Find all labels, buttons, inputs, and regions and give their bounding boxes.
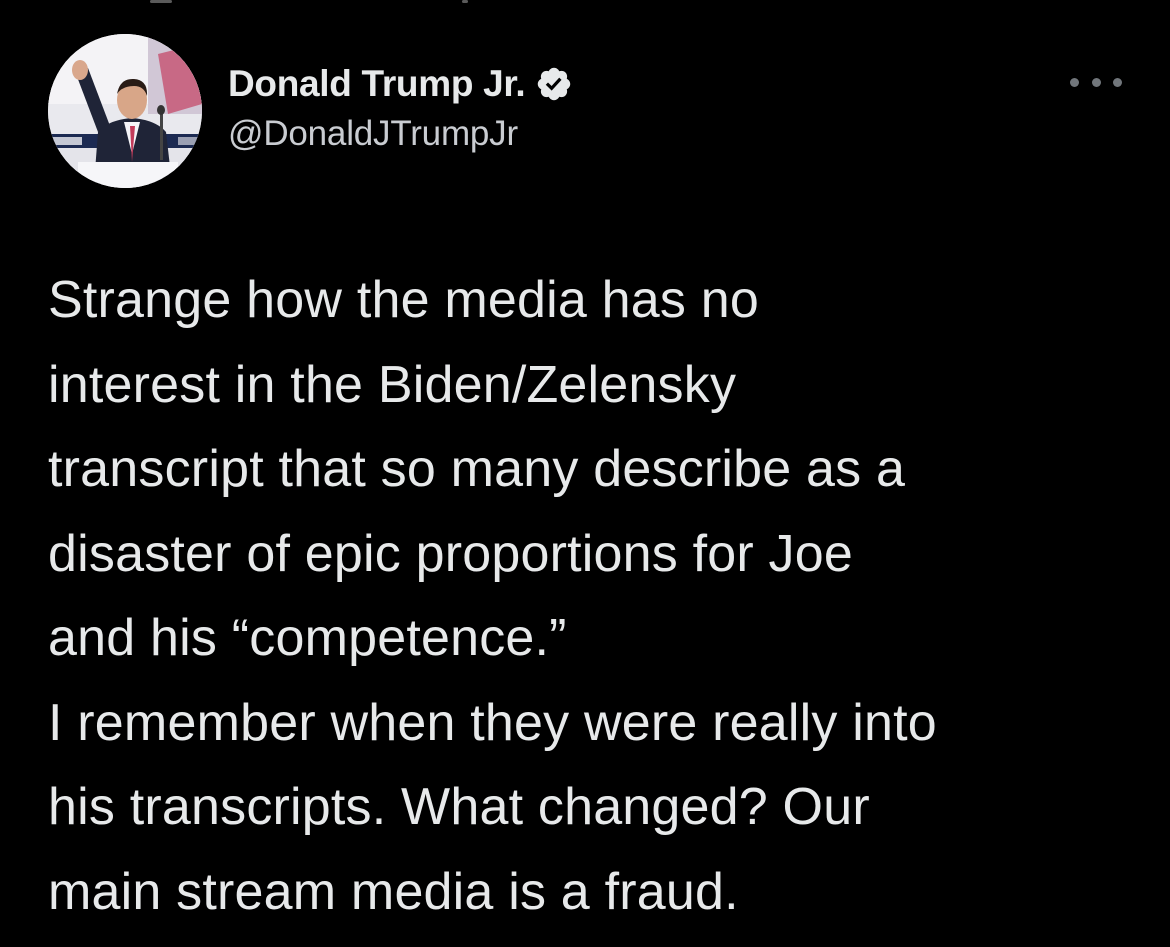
more-options-icon[interactable] xyxy=(1070,68,1122,96)
tweet-text-line: his transcripts. What changed? Our xyxy=(48,778,870,836)
tweet-text-line: disaster of epic proportions for Joe xyxy=(48,524,853,583)
name-row: Donald Trump Jr. xyxy=(228,60,573,108)
user-handle[interactable]: @DonaldJTrumpJr xyxy=(228,114,573,154)
display-name[interactable]: Donald Trump Jr. xyxy=(228,63,526,105)
tweet-text-line: interest in the Biden/Zelensky xyxy=(48,355,737,414)
tweet-text-line: main stream media is a fraud. xyxy=(48,862,739,921)
tweet-text: Strange how the media has no interest in… xyxy=(48,258,1148,934)
tweet-text-line: I remember when they were really into xyxy=(48,693,937,752)
profile-photo xyxy=(48,34,202,188)
avatar[interactable] xyxy=(48,34,202,188)
tweet-text-line: and his “competence.” xyxy=(48,609,567,667)
tweet-author: Donald Trump Jr. @DonaldJTrumpJr xyxy=(228,60,573,154)
tweet-text-line: transcript that so many describe as a xyxy=(48,440,906,498)
tweet[interactable]: Donald Trump Jr. @DonaldJTrumpJr Strange… xyxy=(0,0,1170,947)
tweet-text-line: Strange how the media has no xyxy=(48,271,759,329)
verified-badge-icon xyxy=(535,65,573,103)
